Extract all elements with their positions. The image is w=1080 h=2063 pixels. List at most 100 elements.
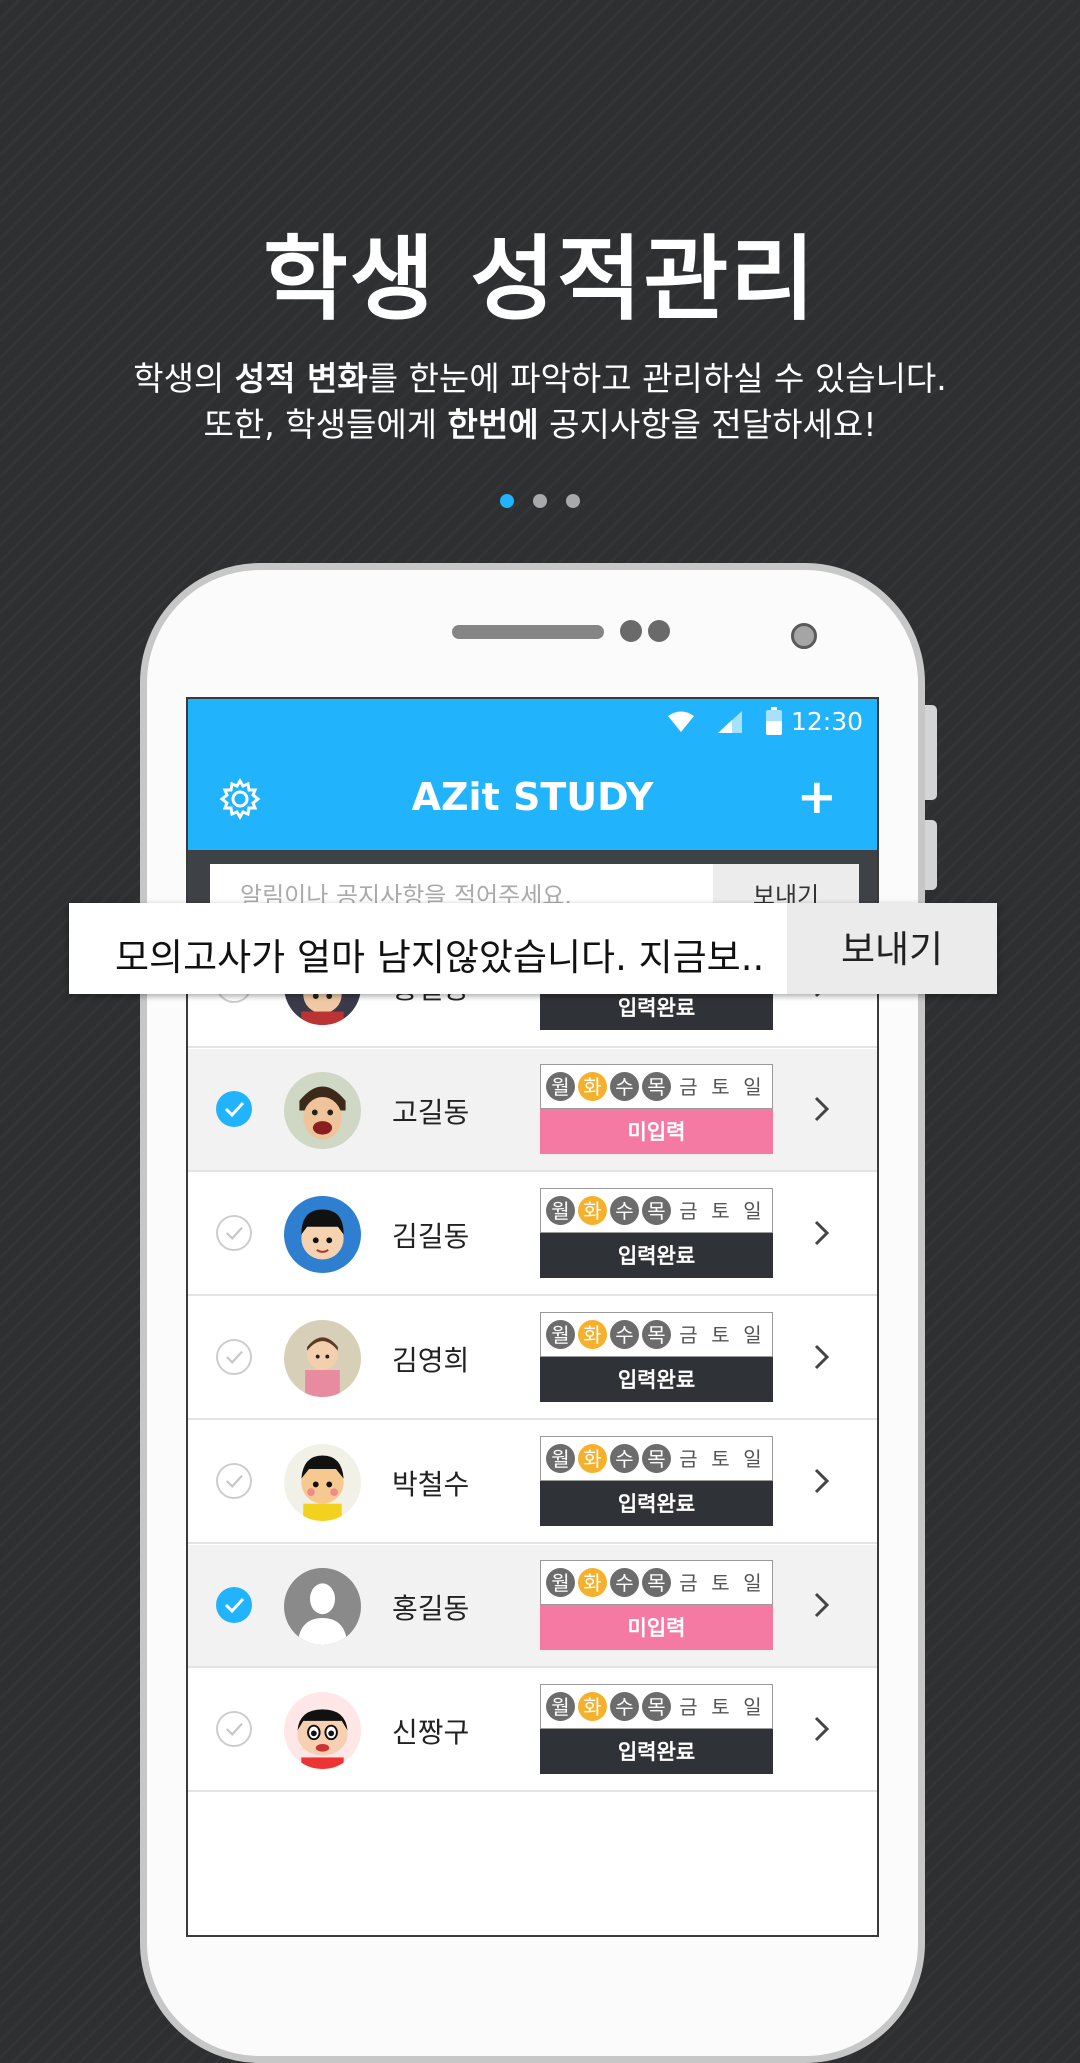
signal-icon [718, 711, 742, 733]
weekday-mark: 월 [546, 1320, 575, 1349]
weekly-attendance: 월화수목금토일 [540, 1684, 773, 1729]
status-time: 12:30 [790, 707, 863, 736]
weekday-mark: 목 [642, 1444, 671, 1473]
student-name: 김영희 [392, 1344, 470, 1377]
weekday-mark: 토 [711, 1695, 730, 1719]
chevron-right-icon[interactable] [811, 1337, 833, 1377]
weekday-mark: 월 [546, 1568, 575, 1597]
weekday-mark: 목 [642, 1568, 671, 1597]
description-line-2: 또한, 학생들에게 한번에 공지사항을 전달하세요! [203, 405, 877, 444]
headline: 학생 성적관리 [263, 226, 817, 333]
weekday-mark: 화 [578, 1692, 607, 1721]
weekly-attendance: 월화수목금토일 [540, 1188, 773, 1233]
student-row[interactable]: 김길동 월 화 수 목 금 토 일 입력완료 [188, 1173, 877, 1296]
wifi-icon [668, 711, 694, 732]
select-checkbox[interactable] [216, 1339, 252, 1375]
power-button [925, 820, 937, 890]
weekday-mark: 수 [610, 1568, 639, 1597]
speaker-grille [452, 625, 604, 639]
weekday-mark: 화 [578, 1444, 607, 1473]
weekday-mark: 화 [578, 1568, 607, 1597]
student-row[interactable]: 고길동 월 화 수 목 금 토 일 미입력 [188, 1049, 877, 1172]
student-avatar [284, 1568, 361, 1645]
weekday-mark: 수 [610, 1072, 639, 1101]
chevron-right-icon[interactable] [811, 1213, 833, 1253]
student-row[interactable]: 신짱구 월 화 수 목 금 토 일 입력완료 [188, 1669, 877, 1792]
weekday-mark: 일 [743, 1323, 762, 1347]
select-checkbox[interactable] [216, 1711, 252, 1747]
weekday-mark: 금 [679, 1323, 698, 1347]
weekday-mark: 토 [711, 1571, 730, 1595]
student-avatar [284, 1196, 361, 1273]
page-dot-3[interactable] [566, 494, 581, 508]
status-badge: 입력완료 [540, 1729, 773, 1774]
weekly-attendance: 월화수목금토일 [540, 1064, 773, 1109]
battery-icon [766, 707, 782, 735]
app-title: AZit STUDY [411, 775, 654, 819]
student-name: 홍길동 [392, 1592, 470, 1625]
weekday-mark: 월 [546, 1444, 575, 1473]
weekly-attendance: 월화수목금토일 [540, 1312, 773, 1357]
status-badge: 입력완료 [540, 1233, 773, 1278]
weekly-attendance: 월화수목금토일 [540, 1436, 773, 1481]
weekly-attendance: 월화수목금토일 [540, 1560, 773, 1605]
student-row[interactable]: 홍길동 월 화 수 목 금 토 일 미입력 [188, 1545, 877, 1668]
popup-send-button[interactable]: 보내기 [787, 903, 997, 994]
weekday-mark: 토 [711, 1447, 730, 1471]
sensor-dot [620, 620, 642, 642]
weekday-mark: 수 [610, 1692, 639, 1721]
student-row[interactable]: 박철수 월 화 수 목 금 토 일 입력완료 [188, 1421, 877, 1544]
weekday-mark: 월 [546, 1196, 575, 1225]
weekday-mark: 일 [743, 1571, 762, 1595]
status-badge: 미입력 [540, 1109, 773, 1154]
select-checkbox[interactable] [216, 1215, 252, 1251]
weekday-mark: 토 [711, 1323, 730, 1347]
weekday-mark: 화 [578, 1072, 607, 1101]
student-row[interactable]: 김영희 월 화 수 목 금 토 일 입력완료 [188, 1297, 877, 1420]
weekday-mark: 일 [743, 1075, 762, 1099]
student-name: 고길동 [392, 1096, 470, 1129]
notice-popup: 모의고사가 얼마 남지않았습니다. 지금보.. 보내기 [69, 903, 997, 994]
chevron-right-icon[interactable] [811, 1585, 833, 1625]
page-dot-1[interactable] [499, 494, 514, 508]
weekday-mark: 월 [546, 1072, 575, 1101]
chevron-right-icon[interactable] [811, 1709, 833, 1749]
weekday-mark: 화 [578, 1196, 607, 1225]
weekday-mark: 화 [578, 1320, 607, 1349]
popup-message[interactable]: 모의고사가 얼마 남지않았습니다. 지금보.. [115, 927, 764, 981]
description-line-1: 학생의 성적 변화를 한눈에 파악하고 관리하실 수 있습니다. [133, 359, 947, 398]
student-name: 김길동 [392, 1220, 470, 1253]
plus-icon[interactable]: + [797, 769, 837, 825]
student-name: 신짱구 [392, 1716, 470, 1749]
volume-button [925, 705, 937, 800]
select-checkbox[interactable] [216, 1463, 252, 1499]
weekday-mark: 금 [679, 1695, 698, 1719]
weekday-mark: 목 [642, 1072, 671, 1101]
weekday-mark: 목 [642, 1196, 671, 1225]
chevron-right-icon[interactable] [811, 1461, 833, 1501]
student-name: 박철수 [392, 1468, 470, 1501]
weekday-mark: 수 [610, 1320, 639, 1349]
weekday-mark: 일 [743, 1447, 762, 1471]
weekday-mark: 수 [610, 1444, 639, 1473]
weekday-mark: 목 [642, 1692, 671, 1721]
select-checkbox[interactable] [216, 1091, 252, 1127]
sensor-dot [648, 620, 670, 642]
weekday-mark: 월 [546, 1692, 575, 1721]
page-dot-2[interactable] [533, 494, 547, 508]
weekday-mark: 금 [679, 1571, 698, 1595]
weekday-mark: 토 [711, 1075, 730, 1099]
chevron-right-icon[interactable] [811, 1089, 833, 1129]
student-avatar [284, 1444, 361, 1521]
app-bar: AZit STUDY + [188, 747, 877, 850]
student-avatar [284, 1072, 361, 1149]
select-checkbox[interactable] [216, 1587, 252, 1623]
weekday-mark: 토 [711, 1199, 730, 1223]
status-badge: 입력완료 [540, 1481, 773, 1526]
status-badge: 입력완료 [540, 1357, 773, 1402]
weekday-mark: 일 [743, 1199, 762, 1223]
status-badge: 미입력 [540, 1605, 773, 1650]
weekday-mark: 금 [679, 1447, 698, 1471]
app-screen: 12:30 AZit STUDY + 알림이나 공지사항을 적어주세요. 보내기… [186, 697, 879, 1937]
weekday-mark: 수 [610, 1196, 639, 1225]
